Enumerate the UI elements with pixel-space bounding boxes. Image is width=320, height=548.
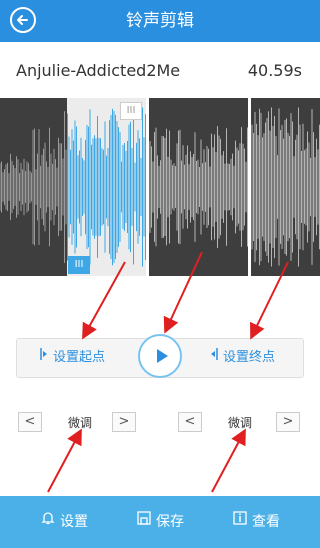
set-start-label: 设置起点 [53,350,106,365]
waveform-area[interactable]: III III [0,98,320,276]
start-handle[interactable]: III [68,256,90,274]
settings-button[interactable]: 设置 [40,496,88,548]
settings-label: 设置 [60,514,88,530]
save-button[interactable]: 保存 [136,496,184,548]
info-icon [232,496,248,548]
set-start-button[interactable]: 设置起点 [39,339,105,377]
set-end-label: 设置终点 [223,350,276,365]
play-button[interactable] [138,334,182,378]
fine-tune-start-right-button[interactable]: > [112,412,136,432]
fine-tune-end-label: 微调 [228,416,253,430]
set-end-icon [209,339,219,377]
set-end-button[interactable]: 设置终点 [209,339,275,377]
waveform-graphic [0,107,320,267]
fine-tune-start-left-button[interactable]: < [18,412,42,432]
fine-tune-end-right-button[interactable]: > [276,412,300,432]
save-icon [136,496,152,548]
fine-tune-end-left-button[interactable]: < [178,412,202,432]
save-label: 保存 [156,514,184,530]
arrow-to-fine-start [47,428,82,493]
arrow-to-fine-end [211,428,246,493]
header-bar: 铃声剪辑 [0,0,320,42]
play-icon [157,349,168,363]
view-label: 查看 [252,514,280,530]
fine-tune-start-label: 微调 [68,416,93,430]
song-duration: 40.59s [247,61,302,80]
fine-tune-start: < 微调 > [18,412,142,434]
end-handle[interactable]: III [120,102,142,120]
view-button[interactable]: 查看 [232,496,280,548]
page-title: 铃声剪辑 [126,11,194,31]
bottom-toolbar: 设置 保存 查看 [0,496,320,548]
fine-tune-end: < 微调 > [178,412,302,434]
song-info-row: Anjulie-Addicted2Me 40.59s [0,42,320,98]
bell-icon [40,496,56,548]
set-start-icon [39,339,49,377]
song-name: Anjulie-Addicted2Me [16,61,181,80]
